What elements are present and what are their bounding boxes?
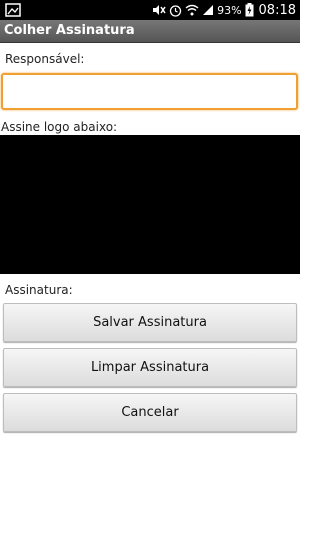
gallery-icon [5, 3, 21, 17]
responsavel-input[interactable] [3, 75, 296, 108]
responsavel-label: Responsável: [5, 52, 85, 66]
save-signature-button[interactable]: Salvar Assinatura [3, 303, 297, 342]
assinatura-label: Assinatura: [5, 283, 73, 297]
alarm-icon [169, 4, 182, 17]
title-bar: Colher Assinatura [0, 20, 300, 43]
battery-icon [245, 3, 254, 17]
cancel-button[interactable]: Cancelar [3, 393, 297, 432]
battery-percent: 93% [217, 3, 242, 17]
signature-pad[interactable] [0, 135, 300, 274]
clock: 08:18 [258, 2, 296, 18]
signature-prompt: Assine logo abaixo: [1, 120, 118, 134]
mute-icon [153, 5, 166, 15]
responsavel-field[interactable] [1, 73, 298, 110]
signal-icon [203, 5, 214, 15]
page-title: Colher Assinatura [4, 23, 135, 38]
wifi-icon [185, 4, 199, 16]
clear-signature-button[interactable]: Limpar Assinatura [3, 348, 297, 387]
status-bar: 93% 08:18 [0, 0, 300, 20]
